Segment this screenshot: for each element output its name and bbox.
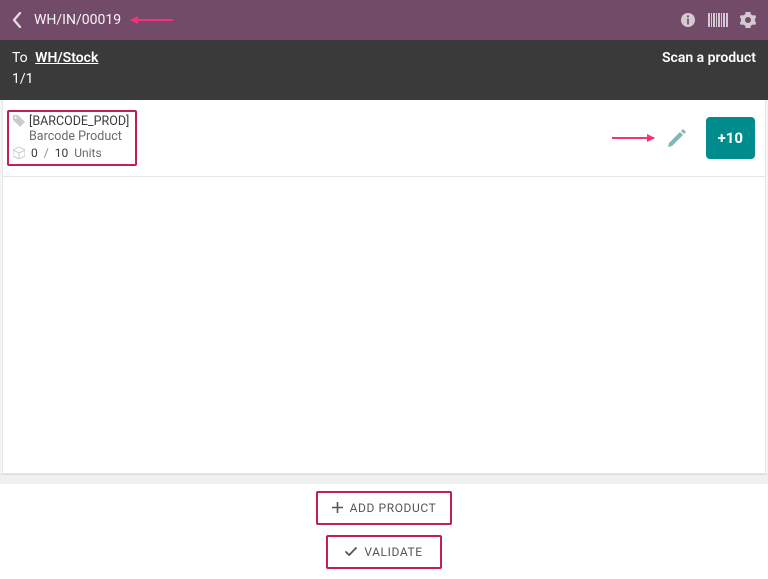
scan-prompt: Scan a product xyxy=(662,48,756,66)
product-code: [BARCODE_PROD] xyxy=(29,114,129,129)
product-info-box: [BARCODE_PROD] Barcode Product 0 / 10 Un… xyxy=(7,110,137,166)
divider xyxy=(0,474,768,484)
cube-icon xyxy=(13,147,25,159)
back-button[interactable] xyxy=(12,12,22,28)
gear-icon[interactable] xyxy=(740,12,756,28)
empty-area xyxy=(3,177,765,473)
page-count: 1/1 xyxy=(12,69,98,89)
annotation-arrow-edit xyxy=(612,137,654,139)
add-product-button[interactable]: ADD PRODUCT xyxy=(316,491,453,525)
validate-label: VALIDATE xyxy=(364,545,422,559)
plus-icon xyxy=(332,502,343,513)
product-line[interactable]: [BARCODE_PROD] Barcode Product 0 / 10 Un… xyxy=(3,100,765,177)
edit-button[interactable] xyxy=(662,123,692,153)
validate-button[interactable]: VALIDATE xyxy=(326,535,442,569)
to-label: To xyxy=(12,50,28,66)
check-icon xyxy=(345,547,357,557)
destination-location[interactable]: WH/Stock xyxy=(35,50,98,66)
qty-done: 0 xyxy=(31,146,38,160)
transfer-title: WH/IN/00019 xyxy=(34,12,121,28)
add-product-label: ADD PRODUCT xyxy=(350,501,437,515)
tag-icon xyxy=(13,115,25,127)
annotation-arrow-title xyxy=(131,19,173,21)
uom: Units xyxy=(74,146,101,160)
qty-expected: 10 xyxy=(55,146,69,160)
barcode-icon[interactable] xyxy=(708,13,728,27)
info-icon[interactable] xyxy=(680,12,696,28)
qty-separator: / xyxy=(44,146,49,160)
product-name: Barcode Product xyxy=(13,129,129,144)
add-quantity-button[interactable]: +10 xyxy=(706,117,755,159)
